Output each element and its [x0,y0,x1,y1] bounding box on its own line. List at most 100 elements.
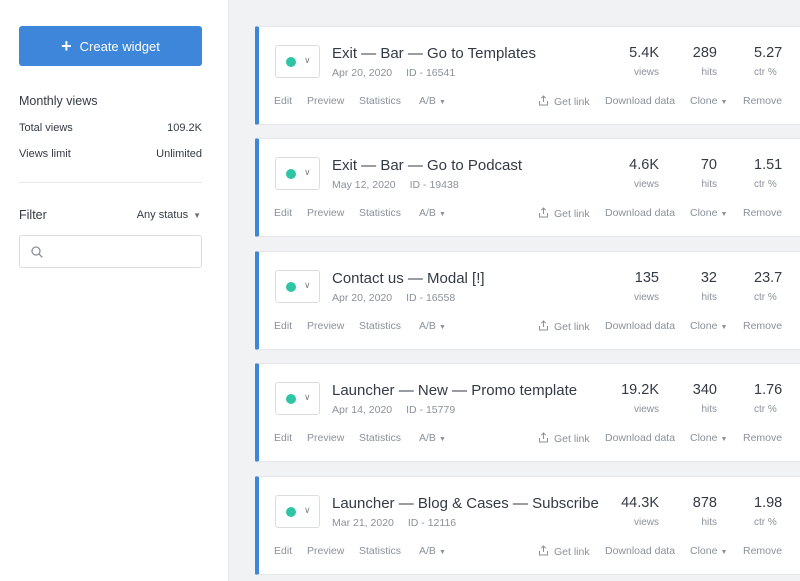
ab-label: A/B [419,320,436,332]
remove-link[interactable]: Remove [743,207,782,219]
stat-label: Total views [19,122,73,134]
status-toggle[interactable]: ∨ [275,270,320,303]
metric-label: hits [701,179,717,190]
metric-ctr: 1.98 ctr % [754,495,782,528]
get-link-button[interactable]: Get link [538,207,590,220]
get-link-label: Get link [554,433,590,445]
metric-views: 5.4K views [629,45,659,78]
metric-value: 23.7 [754,270,783,286]
search-box[interactable] [19,235,202,268]
widget-card: ∨ Launcher — New — Promo template Apr 14… [255,363,800,462]
edit-link[interactable]: Edit [274,95,292,107]
status-toggle[interactable]: ∨ [275,495,320,528]
get-link-label: Get link [554,546,590,558]
statistics-link[interactable]: Statistics [359,432,401,444]
widget-name[interactable]: Contact us — Modal [!] [332,270,485,287]
widget-meta: Apr 20, 2020 ID - 16541 [332,67,455,79]
search-input[interactable] [50,241,195,263]
widget-date: Apr 20, 2020 [332,67,393,79]
metric-views: 19.2K views [621,382,659,415]
download-data-link[interactable]: Download data [605,432,675,444]
remove-link[interactable]: Remove [743,320,782,332]
metric-label: ctr % [754,292,777,303]
ab-dropdown[interactable]: A/B ▼ [419,432,446,444]
metric-ctr: 1.76 ctr % [754,382,782,415]
ab-dropdown[interactable]: A/B ▼ [419,545,446,557]
preview-link[interactable]: Preview [307,545,344,557]
edit-link[interactable]: Edit [274,320,292,332]
metric-hits: 878 hits [693,495,717,528]
metric-value: 340 [692,382,717,398]
get-link-button[interactable]: Get link [538,545,590,558]
clone-dropdown[interactable]: Clone ▼ [690,95,727,107]
clone-label: Clone [690,207,718,219]
statistics-link[interactable]: Statistics [359,320,401,332]
widget-name[interactable]: Launcher — Blog & Cases — Subscribe [332,495,599,512]
edit-link[interactable]: Edit [274,545,292,557]
edit-link[interactable]: Edit [274,432,292,444]
widget-name[interactable]: Launcher — New — Promo template [332,382,577,399]
status-toggle[interactable]: ∨ [275,45,320,78]
status-toggle[interactable]: ∨ [275,382,320,415]
metric-label: views [633,67,659,78]
remove-link[interactable]: Remove [743,95,782,107]
clone-dropdown[interactable]: Clone ▼ [690,320,727,332]
get-link-label: Get link [554,321,590,333]
widget-name[interactable]: Exit — Bar — Go to Templates [332,45,536,62]
preview-link[interactable]: Preview [307,95,344,107]
widget-date: Apr 14, 2020 [332,404,393,416]
status-filter-dropdown[interactable]: Any status ▼ [137,209,201,221]
chevron-down-icon: ▼ [720,99,728,106]
share-icon [539,95,548,106]
chevron-down-icon: ∨ [304,280,311,290]
clone-dropdown[interactable]: Clone ▼ [690,207,727,219]
widget-card: ∨ Contact us — Modal [!] Apr 20, 2020 ID … [255,251,800,350]
chevron-down-icon: ▼ [438,436,446,443]
metric-value: 878 [692,495,717,511]
monthly-views-title: Monthly views [19,94,98,108]
widget-meta: Mar 21, 2020 ID - 12116 [332,517,456,529]
chevron-down-icon: ∨ [304,505,311,515]
remove-link[interactable]: Remove [743,432,782,444]
metric-value: 70 [700,157,717,173]
widget-card: ∨ Exit — Bar — Go to Podcast May 12, 202… [255,138,800,237]
download-data-link[interactable]: Download data [605,207,675,219]
get-link-button[interactable]: Get link [538,432,590,445]
remove-link[interactable]: Remove [743,545,782,557]
get-link-button[interactable]: Get link [538,95,590,108]
ab-dropdown[interactable]: A/B ▼ [419,95,446,107]
statistics-link[interactable]: Statistics [359,207,401,219]
stat-value: Unlimited [156,148,202,160]
chevron-down-icon: ▼ [438,99,446,106]
clone-label: Clone [690,545,718,557]
ab-dropdown[interactable]: A/B ▼ [419,207,446,219]
widget-meta: Apr 20, 2020 ID - 16558 [332,292,455,304]
widget-meta: Apr 14, 2020 ID - 15779 [332,404,455,416]
stat-label: Views limit [19,148,71,160]
chevron-down-icon: ▼ [720,436,728,443]
download-data-link[interactable]: Download data [605,320,675,332]
download-data-link[interactable]: Download data [605,95,675,107]
metric-value: 5.4K [629,45,659,61]
preview-link[interactable]: Preview [307,207,344,219]
widget-date: Mar 21, 2020 [332,517,394,529]
widget-id: ID - 16541 [406,67,456,79]
statistics-link[interactable]: Statistics [359,95,401,107]
metric-value: 5.27 [754,45,783,61]
chevron-down-icon: ∨ [304,55,311,65]
download-data-link[interactable]: Download data [605,545,675,557]
metric-label: ctr % [754,67,777,78]
ab-dropdown[interactable]: A/B ▼ [419,320,446,332]
status-toggle[interactable]: ∨ [275,157,320,190]
statistics-link[interactable]: Statistics [359,545,401,557]
create-widget-button[interactable]: + Create widget [19,26,202,66]
preview-link[interactable]: Preview [307,432,344,444]
stat-views-limit: Views limit Unlimited [19,148,202,160]
get-link-button[interactable]: Get link [538,320,590,333]
metric-hits: 289 hits [693,45,717,78]
preview-link[interactable]: Preview [307,320,344,332]
clone-dropdown[interactable]: Clone ▼ [690,545,727,557]
clone-dropdown[interactable]: Clone ▼ [690,432,727,444]
widget-name[interactable]: Exit — Bar — Go to Podcast [332,157,522,174]
edit-link[interactable]: Edit [274,207,292,219]
